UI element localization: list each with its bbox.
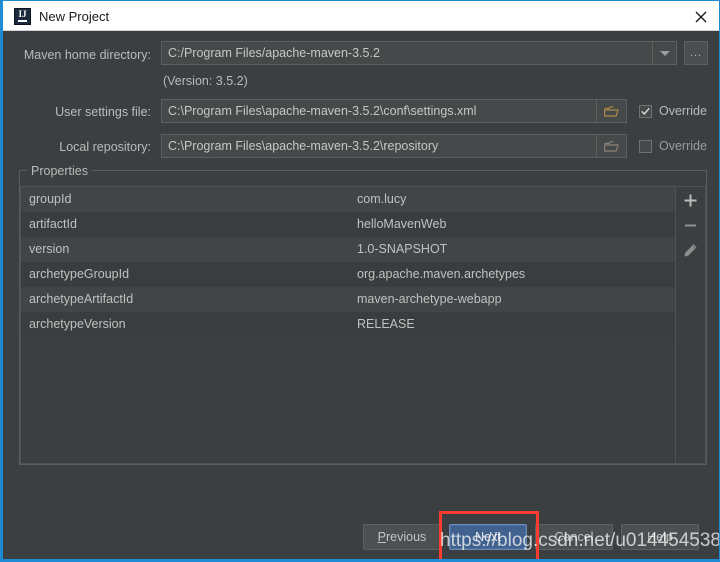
watermark-text: https://blog.csdn.net/u014454538 xyxy=(440,530,720,551)
check-icon xyxy=(641,107,650,116)
table-row[interactable]: archetypeArtifactId maven-archetype-webap… xyxy=(21,287,676,312)
user-settings-label: User settings file: xyxy=(55,105,151,119)
intellij-idea-icon: IJ xyxy=(14,8,31,25)
maven-home-browse-label: ... xyxy=(689,47,703,59)
properties-table: groupId com.lucy artifactId helloMavenWeb ve… xyxy=(20,186,706,464)
folder-icon[interactable] xyxy=(596,100,626,122)
pencil-icon[interactable] xyxy=(676,237,705,262)
table-row[interactable]: archetypeVersion RELEASE xyxy=(21,312,676,337)
close-icon-glyph xyxy=(695,11,707,23)
table-cell-key: archetypeGroupId xyxy=(29,267,130,281)
table-cell-value: org.apache.maven.archetypes xyxy=(357,267,526,281)
table-cell-key: archetypeArtifactId xyxy=(29,292,134,306)
table-cell-value: helloMavenWeb xyxy=(357,217,447,231)
folder-icon-glyph xyxy=(604,141,619,152)
maven-home-value: C:/Program Files/apache-maven-3.5.2 xyxy=(168,46,380,60)
maven-home-combo[interactable]: C:/Program Files/apache-maven-3.5.2 xyxy=(161,41,677,65)
local-repository-label: Local repository: xyxy=(59,140,151,154)
checkbox-unchecked-icon xyxy=(639,140,652,153)
table-cell-key: artifactId xyxy=(29,217,77,231)
local-repository-field[interactable]: C:\Program Files\apache-maven-3.5.2\repo… xyxy=(161,134,627,158)
properties-table-body: groupId com.lucy artifactId helloMavenWeb ve… xyxy=(21,187,676,463)
table-cell-value: com.lucy xyxy=(357,192,407,206)
properties-group-title: Properties xyxy=(27,164,92,178)
table-row[interactable]: artifactId helloMavenWeb xyxy=(21,212,676,237)
table-cell-key: groupId xyxy=(29,192,72,206)
intellij-idea-icon-bar xyxy=(18,20,27,22)
previous-button-mnemonic: P xyxy=(377,530,387,544)
minus-icon-glyph xyxy=(685,224,696,227)
properties-table-toolbar xyxy=(675,187,705,463)
table-cell-value: maven-archetype-webapp xyxy=(357,292,502,306)
previous-button[interactable]: Previous xyxy=(363,524,441,550)
table-row[interactable]: archetypeGroupId org.apache.maven.archety… xyxy=(21,262,676,287)
table-cell-key: archetypeVersion xyxy=(29,317,126,331)
plus-icon-glyph xyxy=(684,194,697,207)
intellij-idea-icon-letters: IJ xyxy=(18,9,27,19)
maven-home-label: Maven home directory: xyxy=(23,48,151,62)
local-repository-override-label: Override xyxy=(659,139,707,153)
plus-icon[interactable] xyxy=(676,187,705,212)
pencil-icon-glyph xyxy=(684,244,697,257)
new-project-dialog: IJ New Project Maven home directory: C:/… xyxy=(0,0,720,562)
table-cell-value: RELEASE xyxy=(357,317,415,331)
window-title: New Project xyxy=(39,9,110,24)
previous-button-rest: revious xyxy=(386,530,427,544)
local-repository-value: C:\Program Files\apache-maven-3.5.2\repo… xyxy=(168,139,439,153)
user-settings-value: C:\Program Files\apache-maven-3.5.2\conf… xyxy=(168,104,477,118)
table-cell-key: version xyxy=(29,242,70,256)
user-settings-override-label: Override xyxy=(659,104,707,118)
previous-button-label: Previous xyxy=(364,529,440,545)
title-bar: IJ New Project xyxy=(3,0,719,31)
maven-version-note: (Version: 3.5.2) xyxy=(163,74,248,88)
folder-icon-glyph xyxy=(604,106,619,117)
user-settings-field[interactable]: C:\Program Files\apache-maven-3.5.2\conf… xyxy=(161,99,627,123)
close-icon[interactable] xyxy=(678,1,719,30)
folder-icon[interactable] xyxy=(596,135,626,157)
minus-icon[interactable] xyxy=(676,212,705,237)
table-row[interactable]: version 1.0-SNAPSHOT xyxy=(21,237,676,262)
maven-home-browse-button[interactable]: ... xyxy=(684,41,708,65)
table-cell-value: 1.0-SNAPSHOT xyxy=(357,242,448,256)
chevron-down-icon[interactable] xyxy=(652,42,676,64)
checkbox-checked-icon xyxy=(639,105,652,118)
table-row[interactable]: groupId com.lucy xyxy=(21,187,676,212)
